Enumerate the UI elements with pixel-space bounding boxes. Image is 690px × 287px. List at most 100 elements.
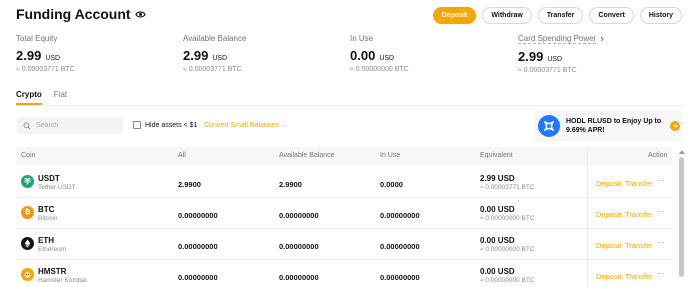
coin-name: Hamster Kombat [38, 277, 87, 284]
stat-btc: ≈ 0.00003771 BTC [16, 66, 75, 73]
scroll-up-arrow-icon[interactable] [679, 150, 685, 154]
stat-btc: ≈ 0.00003771 BTC [518, 67, 577, 74]
cell-available: 0.00000000 [279, 273, 319, 282]
tab-fiat[interactable]: Fiat [54, 90, 67, 105]
stat-value: 0.00 [350, 48, 376, 63]
coin-symbol: BTC [38, 205, 55, 214]
coin-name: Bitcoin [38, 215, 58, 222]
row-transfer-link[interactable]: Transfer [625, 179, 653, 188]
row-deposit-link[interactable]: Deposit [596, 210, 621, 219]
cell-available: 2.9900 [279, 180, 302, 189]
row-deposit-link[interactable]: Deposit [596, 272, 621, 281]
stat-label: Card Spending Power [518, 34, 597, 44]
stat-total-equity: Total Equity 2.99 USD ≈ 0.00003771 BTC [16, 34, 75, 73]
stat-unit: USD [379, 55, 395, 62]
cell-in-use: 0.00000000 [380, 242, 420, 251]
asset-tabs: Crypto Fiat [16, 90, 67, 105]
cell-all: 0.00000000 [178, 273, 218, 282]
more-options-icon[interactable]: ··· [657, 238, 665, 247]
cell-equivalent-btc: ≈ 0.00003771 BTC [480, 184, 535, 191]
coin-name: Ethereum [38, 246, 67, 253]
search-icon [23, 122, 31, 130]
promo-text: HODL RLUSD to Enjoy Up to 9.69% APR! [566, 118, 662, 134]
eye-icon[interactable] [134, 9, 146, 20]
col-coin: Coin [21, 152, 36, 159]
col-in-use: In Use [380, 152, 401, 159]
cell-equivalent-btc: ≈ 0.00000000 BTC [480, 277, 535, 284]
cell-equivalent-usd: 0.00 USD [480, 236, 515, 245]
withdraw-button[interactable]: Withdraw [482, 7, 532, 24]
page-title-text: Funding Account [16, 6, 131, 22]
stat-value: 2.99 [518, 49, 544, 64]
more-options-icon[interactable]: ··· [657, 207, 665, 216]
row-deposit-link[interactable]: Deposit [596, 241, 621, 250]
tabs-divider [16, 105, 682, 106]
cell-equivalent-usd: 0.00 USD [480, 205, 515, 214]
stat-label: Total Equity [16, 34, 58, 43]
stat-card-spending-power: Card Spending Power 2.99 USD ≈ 0.0000377… [518, 34, 605, 74]
hmstr-coin-icon [21, 268, 34, 281]
convert-small-balances-link[interactable]: Convert Small Balances → [204, 122, 288, 129]
search-input[interactable] [36, 122, 116, 129]
table-row: ₿ BTC Bitcoin 0.00000000 0.00000000 0.00… [16, 198, 672, 229]
convert-button[interactable]: Convert [589, 7, 634, 24]
arrow-right-icon[interactable] [670, 121, 680, 131]
row-transfer-link[interactable]: Transfer [625, 272, 653, 281]
page-title: Funding Account [16, 6, 146, 22]
cell-equivalent-btc: ≈ 0.00000000 BTC [480, 215, 535, 222]
tab-crypto[interactable]: Crypto [16, 90, 42, 105]
more-options-icon[interactable]: ··· [657, 269, 665, 278]
cell-available: 0.00000000 [279, 242, 319, 251]
stat-unit: USD [212, 55, 228, 62]
table-row: HMSTR Hamster Kombat 0.00000000 0.000000… [16, 260, 672, 287]
transfer-button[interactable]: Transfer [537, 7, 584, 24]
stat-value: 2.99 [183, 48, 209, 63]
search-box [17, 117, 123, 134]
chevron-right-icon [600, 36, 604, 42]
table-row: USDT Tether USDT 2.9900 2.9900 0.0000 2.… [16, 167, 672, 198]
stat-value-row: 2.99 USD [16, 48, 75, 63]
cell-all: 2.9900 [178, 180, 201, 189]
hide-small-checkbox[interactable] [133, 121, 141, 129]
col-action: Action [648, 152, 668, 159]
usdt-coin-icon [21, 175, 34, 188]
stat-value: 2.99 [16, 48, 42, 63]
col-available: Available Balance [279, 152, 335, 159]
stat-label: Available Balance [183, 34, 247, 43]
col-all: All [178, 152, 186, 159]
deposit-button[interactable]: Deposit [432, 7, 477, 24]
hide-small-label: Hide assets < $1 [145, 121, 198, 129]
assets-table-header: Coin All Available Balance In Use Equiva… [16, 147, 672, 165]
row-transfer-link[interactable]: Transfer [625, 241, 653, 250]
stat-available-balance: Available Balance 2.99 USD ≈ 0.00003771 … [183, 34, 246, 73]
stat-unit: USD [45, 55, 61, 62]
col-equivalent: Equivalent [480, 152, 513, 159]
table-row: ETH Ethereum 0.00000000 0.00000000 0.000… [16, 229, 672, 260]
card-spending-link[interactable]: Card Spending Power [518, 34, 605, 44]
stat-value-row: 2.99 USD [518, 49, 605, 64]
stat-value-row: 2.99 USD [183, 48, 246, 63]
row-deposit-link[interactable]: Deposit [596, 179, 621, 188]
stat-label: In Use [350, 34, 374, 43]
stat-in-use: In Use 0.00 USD ≈ 0.00000000 BTC [350, 34, 409, 73]
rlusd-logo-icon [538, 115, 560, 137]
promo-banner[interactable]: HODL RLUSD to Enjoy Up to 9.69% APR! [534, 111, 682, 141]
cell-all: 0.00000000 [178, 242, 218, 251]
coin-symbol: HMSTR [38, 267, 67, 276]
row-transfer-link[interactable]: Transfer [625, 210, 653, 219]
more-options-icon[interactable]: ··· [657, 176, 665, 185]
cell-in-use: 0.00000000 [380, 211, 420, 220]
cell-equivalent-usd: 2.99 USD [480, 174, 515, 183]
cell-equivalent-usd: 0.00 USD [480, 267, 515, 276]
history-button[interactable]: History [639, 7, 682, 24]
scrollbar-thumb[interactable] [679, 157, 684, 277]
btc-coin-icon: ₿ [21, 206, 34, 219]
stat-value-row: 0.00 USD [350, 48, 409, 63]
cell-in-use: 0.00000000 [380, 273, 420, 282]
table-scrollbar[interactable] [679, 150, 685, 287]
stat-btc: ≈ 0.00000000 BTC [350, 66, 409, 73]
eth-coin-icon [21, 237, 34, 250]
coin-symbol: USDT [38, 174, 60, 183]
hide-small-assets-toggle[interactable]: Hide assets < $1 [133, 121, 197, 129]
coin-name: Tether USDT [38, 184, 76, 191]
